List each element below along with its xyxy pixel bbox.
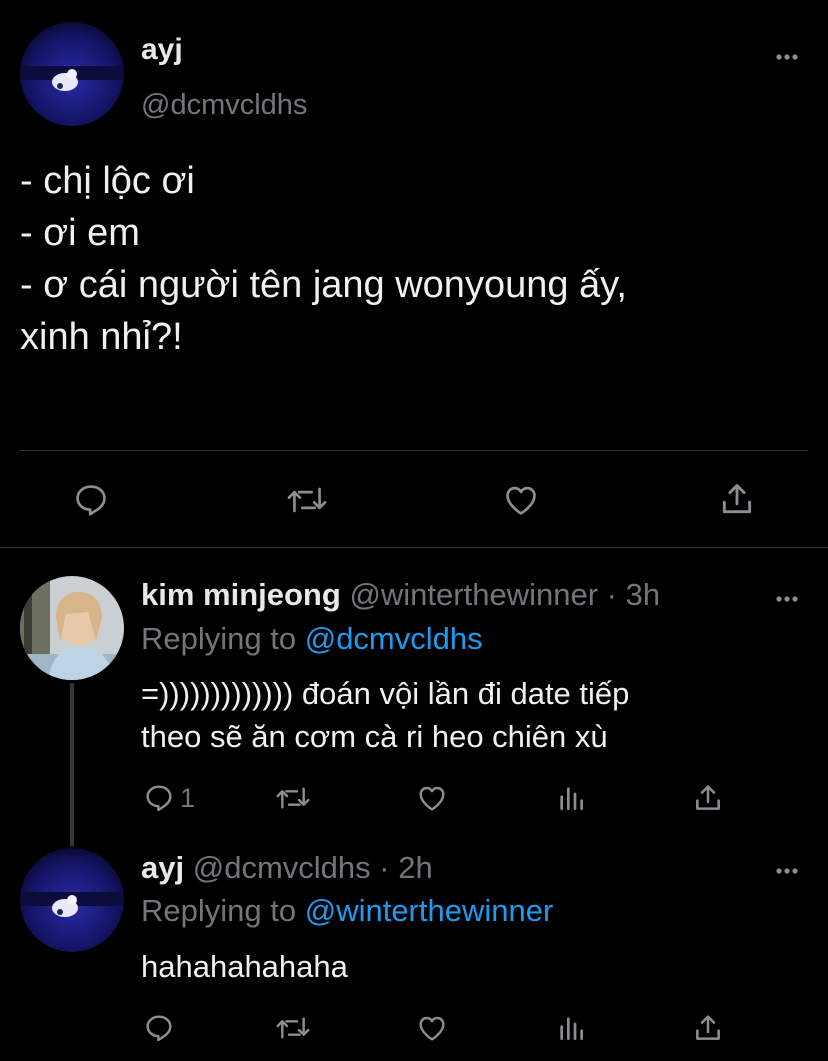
divider (0, 547, 828, 548)
more-icon[interactable] (775, 594, 799, 604)
reply-text: hahahahahaha (141, 945, 348, 988)
author-display-name[interactable]: ayj (141, 33, 183, 67)
tweet-line: - ơi em (20, 212, 140, 254)
replying-to-link[interactable]: @winterthewinner (305, 893, 554, 928)
divider (20, 450, 808, 451)
share-icon[interactable] (692, 1011, 724, 1045)
reply-avatar[interactable] (20, 576, 124, 680)
replying-to: Replying to @dcmvcldhs (141, 621, 483, 657)
analytics-icon[interactable] (555, 1012, 587, 1044)
reply-line: theo sẽ ăn cơm cà ri heo chiên xù (141, 719, 608, 754)
reply-handle[interactable]: @dcmvcldhs (193, 850, 371, 885)
reply-text: =))))))))))))) đoán vội lần đi date tiếp… (141, 672, 629, 758)
like-icon[interactable] (501, 481, 541, 519)
reply-timestamp[interactable]: · 2h (379, 850, 432, 885)
reply-handle[interactable]: @winterthewinner (349, 577, 598, 612)
reply-line: =))))))))))))) đoán vội lần đi date tiếp (141, 676, 630, 711)
retweet-icon[interactable] (274, 782, 312, 814)
reply-display-name[interactable]: kim minjeong (141, 577, 341, 612)
reply-icon[interactable] (143, 782, 175, 814)
reply-icon[interactable] (72, 481, 110, 519)
reply-icon[interactable] (143, 1012, 175, 1044)
share-icon[interactable] (718, 479, 756, 519)
like-icon[interactable] (415, 782, 449, 814)
retweet-icon[interactable] (285, 481, 329, 519)
reply-count: 1 (180, 783, 196, 813)
more-icon[interactable] (775, 866, 799, 876)
tweet-line: - chị lộc ơi (20, 160, 195, 202)
reply-display-name[interactable]: ayj (141, 850, 184, 885)
like-icon[interactable] (415, 1012, 449, 1044)
more-icon[interactable] (775, 52, 799, 62)
retweet-icon[interactable] (274, 1012, 312, 1044)
reply-header: kim minjeong @winterthewinner · 3h (141, 577, 660, 613)
tweet-line: xinh nhỉ?! (20, 316, 183, 358)
author-handle[interactable]: @dcmvcldhs (141, 89, 307, 122)
thread-line (70, 683, 74, 846)
reply-header: ayj @dcmvcldhs · 2h (141, 850, 433, 886)
share-icon[interactable] (692, 781, 724, 815)
replying-to-link[interactable]: @dcmvcldhs (305, 621, 483, 656)
author-avatar[interactable] (20, 22, 124, 126)
reply-timestamp[interactable]: · 3h (607, 577, 660, 612)
analytics-icon[interactable] (555, 782, 587, 814)
replying-to: Replying to @winterthewinner (141, 893, 553, 929)
tweet-line: - ơ cái người tên jang wonyoung ấy, (20, 264, 627, 306)
reply-avatar[interactable] (20, 848, 124, 952)
replying-to-label: Replying to (141, 621, 305, 656)
reply-line: hahahahahaha (141, 949, 348, 984)
tweet-text: - chị lộc ơi - ơi em - ơ cái người tên j… (20, 155, 627, 363)
replying-to-label: Replying to (141, 893, 305, 928)
